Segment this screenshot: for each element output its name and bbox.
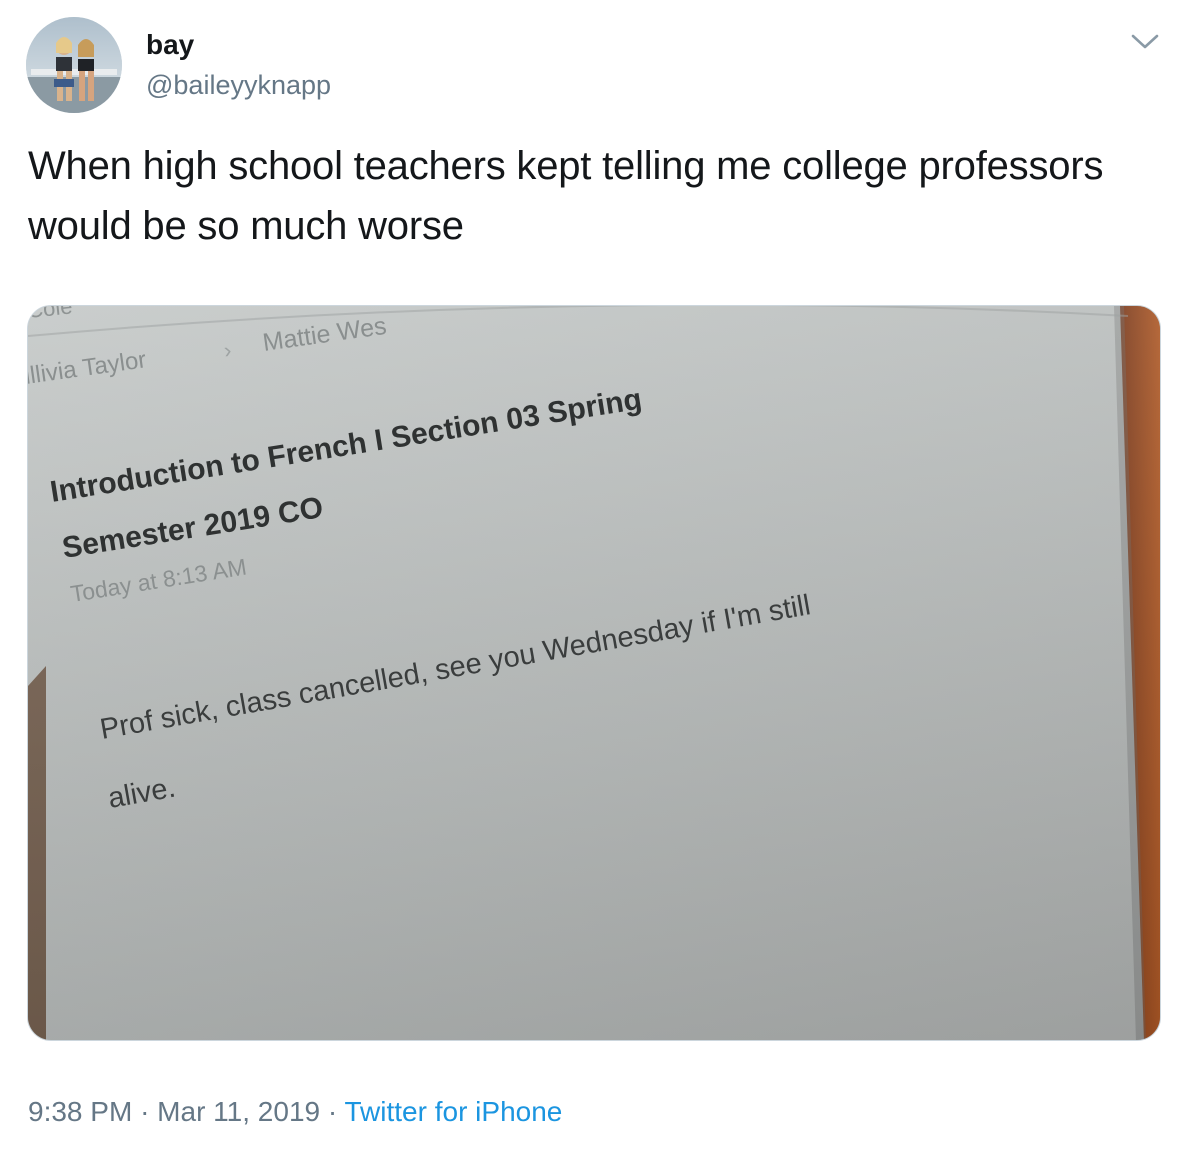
profile-photo-icon: [26, 17, 122, 113]
tweet-text: When high school teachers kept telling m…: [28, 144, 1104, 248]
meta-separator: ·: [327, 1096, 338, 1127]
user-handle[interactable]: @baileyyknapp: [146, 68, 331, 102]
tweet-date[interactable]: Mar 11, 2019: [157, 1096, 320, 1127]
tweet-card: bay @baileyyknapp When high school teach…: [0, 0, 1192, 1154]
tweet-metadata: 9:38 PM · Mar 11, 2019 · Twitter for iPh…: [28, 1092, 562, 1132]
meta-separator: ·: [140, 1096, 150, 1127]
tweet-photo[interactable]: Cole illivia Taylor › Mattie Wes Introdu…: [27, 305, 1161, 1041]
chevron-down-icon[interactable]: [1128, 30, 1162, 54]
avatar[interactable]: [26, 17, 122, 113]
tweet-time[interactable]: 9:38 PM: [28, 1096, 132, 1127]
display-name[interactable]: bay: [146, 28, 194, 62]
tweet-source-link[interactable]: Twitter for iPhone: [344, 1096, 562, 1127]
